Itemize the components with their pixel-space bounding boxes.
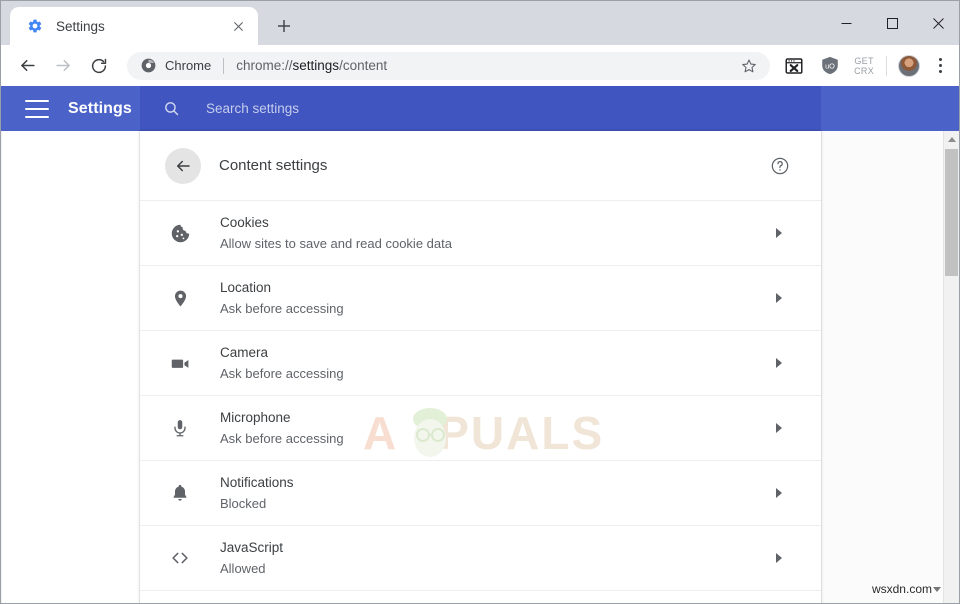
url-scheme: chrome:// xyxy=(236,58,293,73)
back-button[interactable] xyxy=(165,147,201,184)
search-input[interactable] xyxy=(206,101,821,116)
page-left-gutter xyxy=(2,131,140,603)
hamburger-menu-icon[interactable] xyxy=(25,99,49,118)
row-title: Microphone xyxy=(220,410,291,425)
get-crx-line1: GET xyxy=(854,55,874,66)
row-title: Location xyxy=(220,280,272,295)
cookie-icon xyxy=(168,221,192,245)
maximize-button[interactable] xyxy=(869,7,915,39)
close-icon[interactable] xyxy=(228,16,248,36)
back-navigation-icon[interactable] xyxy=(12,51,42,81)
bookmark-star-icon[interactable] xyxy=(736,53,762,79)
card-header: Content settings xyxy=(140,131,821,200)
row-text: JavaScript Allowed xyxy=(220,539,767,577)
settings-row-javascript[interactable]: JavaScript Allowed xyxy=(140,525,821,590)
url-text: chrome://settings/content xyxy=(236,58,736,73)
chrome-chip-label: Chrome xyxy=(165,58,212,73)
browser-tab-settings[interactable]: Settings xyxy=(10,7,258,45)
page-right-gutter xyxy=(821,131,946,603)
row-subtitle: Ask before accessing xyxy=(220,366,344,381)
svg-text:uO: uO xyxy=(825,62,835,71)
close-window-button[interactable] xyxy=(915,7,959,39)
address-bar[interactable]: Chrome chrome://settings/content xyxy=(127,51,771,80)
browser-toolbar: Chrome chrome://settings/content uO GET … xyxy=(1,45,959,86)
browser-window: Settings Chrome chrome://settings/conten… xyxy=(0,0,960,604)
toolbar-divider xyxy=(886,55,887,76)
scroll-thumb[interactable] xyxy=(945,149,958,276)
row-title: Notifications xyxy=(220,475,294,490)
settings-search-box[interactable] xyxy=(140,86,821,131)
settings-gear-icon xyxy=(26,18,43,35)
caret-down-icon xyxy=(933,586,941,592)
settings-row-microphone[interactable]: Microphone Ask before accessing xyxy=(140,395,821,460)
url-path: /content xyxy=(339,58,388,73)
omnibox-divider xyxy=(223,57,225,74)
settings-row-cookies[interactable]: Cookies Allow sites to save and read coo… xyxy=(140,200,821,265)
chevron-right-icon[interactable] xyxy=(767,481,791,505)
chevron-right-icon[interactable] xyxy=(767,221,791,245)
forward-navigation-icon[interactable] xyxy=(48,51,78,81)
avatar[interactable] xyxy=(898,54,920,77)
row-title: JavaScript xyxy=(220,540,284,555)
settings-row-notifications[interactable]: Notifications Blocked xyxy=(140,460,821,525)
chrome-menu-icon[interactable] xyxy=(927,51,953,81)
location-pin-icon xyxy=(168,286,192,310)
settings-page-body: A PUALS Content settings Cookies Allow s… xyxy=(1,131,959,603)
row-subtitle: Ask before accessing xyxy=(220,301,344,316)
settings-row-location[interactable]: Location Ask before accessing xyxy=(140,265,821,330)
new-tab-button[interactable] xyxy=(269,11,299,41)
settings-row-partial xyxy=(140,590,821,603)
page-title: Settings xyxy=(68,99,132,117)
search-icon xyxy=(161,99,181,119)
settings-row-camera[interactable]: Camera Ask before accessing xyxy=(140,330,821,395)
chrome-origin-chip: Chrome xyxy=(141,58,211,73)
window-controls xyxy=(823,1,959,45)
chrome-logo-icon xyxy=(141,58,156,73)
row-text: Microphone Ask before accessing xyxy=(220,409,767,447)
content-settings-card: Content settings Cookies Allow sites to … xyxy=(140,131,821,603)
row-text: Notifications Blocked xyxy=(220,474,767,512)
microphone-icon xyxy=(168,416,192,440)
row-subtitle: Allow sites to save and read cookie data xyxy=(220,236,452,251)
row-title: Camera xyxy=(220,345,269,360)
get-crx-label[interactable]: GET CRX xyxy=(854,56,874,76)
row-subtitle: Ask before accessing xyxy=(220,431,344,446)
minimize-button[interactable] xyxy=(823,7,869,39)
row-subtitle: Allowed xyxy=(220,561,266,576)
wsxdn-watermark-text: wsxdn.com xyxy=(871,582,932,596)
camera-icon xyxy=(168,351,192,375)
row-text: Cookies Allow sites to save and read coo… xyxy=(220,214,767,252)
chevron-right-icon[interactable] xyxy=(767,546,791,570)
row-title: Cookies xyxy=(220,215,269,230)
content-settings-title: Content settings xyxy=(219,157,328,174)
vertical-scrollbar[interactable] xyxy=(943,131,959,603)
reload-icon[interactable] xyxy=(84,51,114,81)
bell-icon xyxy=(168,481,192,505)
code-brackets-icon xyxy=(168,546,192,570)
url-host: settings xyxy=(292,58,340,73)
row-subtitle: Blocked xyxy=(220,496,267,511)
chevron-right-icon[interactable] xyxy=(767,286,791,310)
row-text: Camera Ask before accessing xyxy=(220,344,767,382)
settings-header-bar: Settings xyxy=(1,86,959,131)
shield-ublock-icon[interactable]: uO xyxy=(815,51,845,81)
window-x-extension-icon[interactable] xyxy=(779,51,809,81)
get-crx-line2: CRX xyxy=(854,65,874,76)
tab-title: Settings xyxy=(56,18,105,34)
help-icon[interactable] xyxy=(768,154,792,178)
chevron-right-icon[interactable] xyxy=(767,416,791,440)
scroll-up-arrow[interactable] xyxy=(944,131,959,147)
chevron-right-icon[interactable] xyxy=(767,351,791,375)
wsxdn-watermark: wsxdn.com xyxy=(872,582,941,596)
tab-strip: Settings xyxy=(1,1,959,45)
row-text: Location Ask before accessing xyxy=(220,279,767,317)
